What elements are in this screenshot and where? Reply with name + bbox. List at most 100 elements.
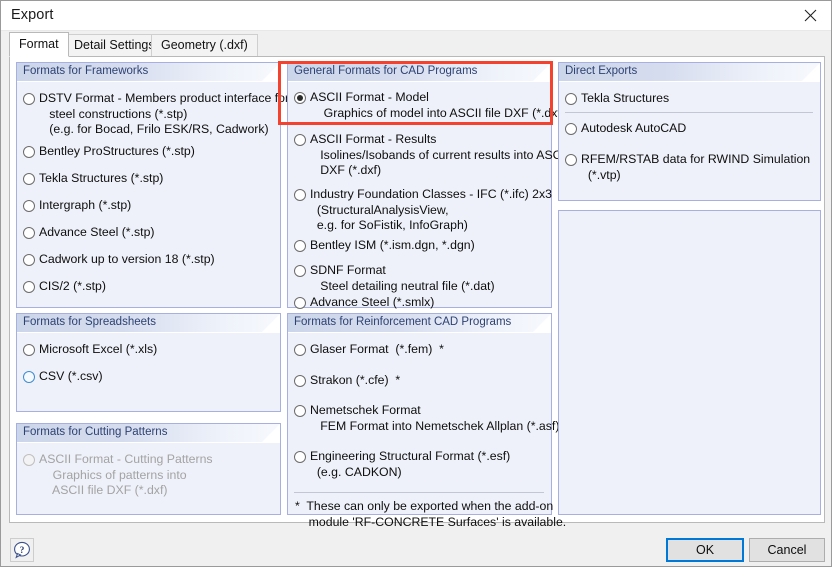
radio-option-ascii-cutting-patterns: ASCII Format - Cutting Patterns Graphics… <box>23 452 213 499</box>
radio-option-csv[interactable]: CSV (*.csv) <box>23 369 103 385</box>
group-direct-exports: Direct Exports Tekla Structures Autodesk… <box>558 62 821 201</box>
option-label: Bentley ISM (*.ism.dgn, *.dgn) <box>310 238 475 254</box>
option-label: CIS/2 (*.stp) <box>39 279 106 295</box>
group-header: General Formats for CAD Programs <box>288 63 551 82</box>
radio-option-strakon[interactable]: Strakon (*.cfe) * <box>294 373 400 389</box>
option-label: CSV (*.csv) <box>39 369 103 385</box>
help-icon[interactable]: ? <box>10 538 34 562</box>
radio-option-dstv-format[interactable]: DSTV Format - Members product interface … <box>23 91 289 138</box>
tab-geometry-dxf[interactable]: Geometry (.dxf) <box>151 34 258 57</box>
radio-indicator <box>294 189 306 201</box>
radio-indicator <box>23 254 35 266</box>
group-formats-for-frameworks: Formats for Frameworks DSTV Format - Mem… <box>16 62 281 308</box>
cancel-button[interactable]: Cancel <box>749 538 825 562</box>
radio-option-microsoft-excel[interactable]: Microsoft Excel (*.xls) <box>23 342 157 358</box>
option-label: Advance Steel (*.smlx) <box>310 295 434 311</box>
group-header: Formats for Cutting Patterns <box>17 424 280 443</box>
radio-indicator <box>294 405 306 417</box>
radio-indicator <box>23 344 35 356</box>
group-formats-for-reinforcement-cad-programs: Formats for Reinforcement CAD Programs G… <box>287 313 552 515</box>
group-title: Direct Exports <box>565 65 637 77</box>
option-label: Nemetschek Format FEM Format into Nemets… <box>310 403 571 434</box>
radio-indicator <box>23 173 35 185</box>
radio-indicator <box>294 344 306 356</box>
group-header: Formats for Reinforcement CAD Programs <box>288 314 551 333</box>
radio-option-nemetschek-format[interactable]: Nemetschek Format FEM Format into Nemets… <box>294 403 571 434</box>
group-title: General Formats for CAD Programs <box>294 65 477 77</box>
option-label: Engineering Structural Format (*.esf) (e… <box>310 449 510 480</box>
radio-option-advance-steel-stp[interactable]: Advance Steel (*.stp) <box>23 225 155 241</box>
group-formats-for-spreadsheets: Formats for Spreadsheets Microsoft Excel… <box>16 313 281 412</box>
radio-indicator <box>23 227 35 239</box>
radio-option-glaser-format[interactable]: Glaser Format (*.fem) * <box>294 342 444 358</box>
group-body: ASCII Format - Model Graphics of model i… <box>288 82 551 307</box>
group-title: Formats for Cutting Patterns <box>23 426 167 438</box>
radio-indicator <box>565 93 577 105</box>
option-label: ASCII Format - Model Graphics of model i… <box>310 90 565 121</box>
radio-option-ascii-format-results[interactable]: ASCII Format - Results Isolines/Isobands… <box>294 132 588 179</box>
group-header: Formats for Spreadsheets <box>17 314 280 333</box>
group-body: Microsoft Excel (*.xls) CSV (*.csv) <box>17 333 280 411</box>
group-body: DSTV Format - Members product interface … <box>17 82 280 307</box>
tab-detail-settings[interactable]: Detail Settings <box>64 34 165 57</box>
radio-indicator <box>294 265 306 277</box>
radio-indicator <box>565 123 577 135</box>
ok-button[interactable]: OK <box>666 538 744 562</box>
radio-option-cis2[interactable]: CIS/2 (*.stp) <box>23 279 106 295</box>
radio-option-advance-steel-smlx[interactable]: Advance Steel (*.smlx) <box>294 295 434 311</box>
group-header: Formats for Frameworks <box>17 63 280 82</box>
option-label: Glaser Format (*.fem) * <box>310 342 444 358</box>
window-title: Export <box>11 7 54 23</box>
option-label: Microsoft Excel (*.xls) <box>39 342 157 358</box>
radio-option-bentley-ism[interactable]: Bentley ISM (*.ism.dgn, *.dgn) <box>294 238 475 254</box>
export-dialog: Export Format Detail Settings Geometry (… <box>0 0 832 567</box>
svg-text:?: ? <box>20 546 25 556</box>
option-label: ASCII Format - Results Isolines/Isobands… <box>310 132 588 179</box>
radio-indicator <box>23 146 35 158</box>
radio-indicator <box>294 134 306 146</box>
option-label: Autodesk AutoCAD <box>581 121 686 137</box>
option-label: Advance Steel (*.stp) <box>39 225 155 241</box>
radio-option-cadwork-v18[interactable]: Cadwork up to version 18 (*.stp) <box>23 252 215 268</box>
group-title: Formats for Spreadsheets <box>23 316 156 328</box>
section-divider <box>565 112 813 113</box>
radio-indicator <box>294 297 306 309</box>
tab-strip: Format Detail Settings Geometry (.dxf) <box>9 32 825 57</box>
radio-indicator <box>23 454 35 466</box>
radio-indicator <box>294 92 306 104</box>
format-tab-panel: Formats for Frameworks DSTV Format - Mem… <box>9 56 825 523</box>
radio-option-autodesk-autocad[interactable]: Autodesk AutoCAD <box>565 121 686 137</box>
group-formats-for-cutting-patterns: Formats for Cutting Patterns ASCII Forma… <box>16 423 281 515</box>
option-label: Tekla Structures (*.stp) <box>39 171 163 187</box>
option-label: Intergraph (*.stp) <box>39 198 131 214</box>
option-label: Industry Foundation Classes - IFC (*.ifc… <box>310 187 552 234</box>
option-label: ASCII Format - Cutting Patterns Graphics… <box>39 452 213 499</box>
reinforcement-footnote: * These can only be exported when the ad… <box>295 499 566 530</box>
radio-option-sdnf-format[interactable]: SDNF Format Steel detailing neutral file… <box>294 263 495 294</box>
title-bar: Export <box>1 1 832 31</box>
option-label: Bentley ProStructures (*.stp) <box>39 144 195 160</box>
group-body: Tekla Structures Autodesk AutoCAD RFEM/R… <box>559 82 820 200</box>
option-label: Cadwork up to version 18 (*.stp) <box>39 252 215 268</box>
radio-indicator <box>294 451 306 463</box>
radio-option-tekla-structures-stp[interactable]: Tekla Structures (*.stp) <box>23 171 163 187</box>
radio-option-rfem-rstab-rwind[interactable]: RFEM/RSTAB data for RWIND Simulation (*.… <box>565 152 810 183</box>
radio-indicator <box>294 240 306 252</box>
group-body: Glaser Format (*.fem) * Strakon (*.cfe) … <box>288 333 551 514</box>
tab-format[interactable]: Format <box>9 32 69 57</box>
radio-option-tekla-structures-direct[interactable]: Tekla Structures <box>565 91 669 107</box>
option-label: Tekla Structures <box>581 91 669 107</box>
radio-option-intergraph[interactable]: Intergraph (*.stp) <box>23 198 131 214</box>
empty-panel <box>558 210 821 515</box>
radio-option-ascii-format-model[interactable]: ASCII Format - Model Graphics of model i… <box>294 90 565 121</box>
option-label: Strakon (*.cfe) * <box>310 373 400 389</box>
option-label: SDNF Format Steel detailing neutral file… <box>310 263 495 294</box>
radio-indicator <box>294 375 306 387</box>
radio-indicator <box>23 281 35 293</box>
close-icon[interactable] <box>787 1 832 30</box>
radio-option-bentley-prostructures[interactable]: Bentley ProStructures (*.stp) <box>23 144 195 160</box>
radio-option-engineering-structural-format[interactable]: Engineering Structural Format (*.esf) (e… <box>294 449 510 480</box>
radio-option-ifc[interactable]: Industry Foundation Classes - IFC (*.ifc… <box>294 187 552 234</box>
group-body: ASCII Format - Cutting Patterns Graphics… <box>17 443 280 514</box>
radio-indicator <box>23 93 35 105</box>
